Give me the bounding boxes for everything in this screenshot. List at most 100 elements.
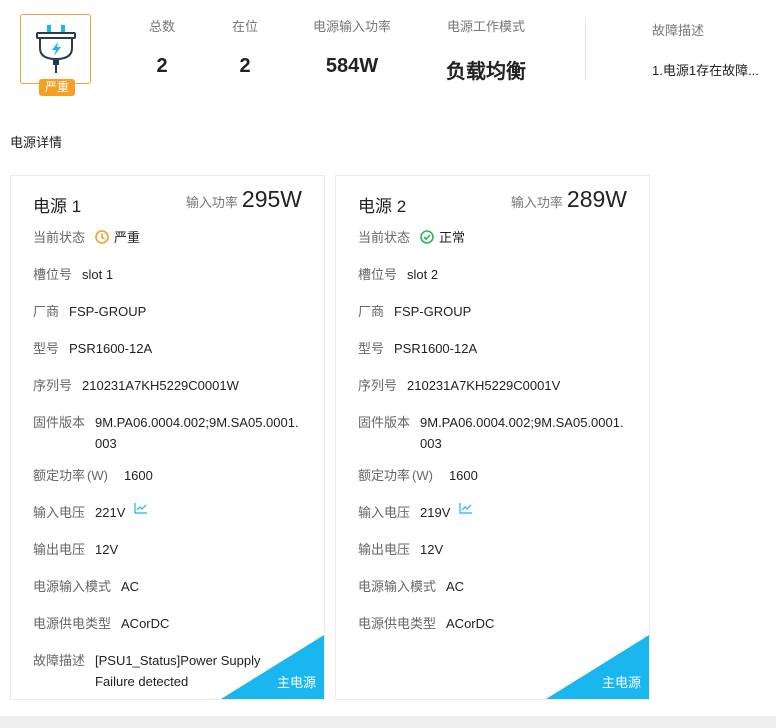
fault-label: 故障描述 [33,653,86,668]
row-input-voltage: 输入电压 221V [33,502,148,523]
slot-label: 槽位号 [358,267,398,282]
row-input-voltage: 输入电压 219V [358,502,473,523]
psu-input-power-value: 295W [241,186,302,212]
rated-power-value: 1600 [448,468,478,483]
output-voltage-label: 输出电压 [33,542,86,557]
fault-summary-label: 故障描述 [652,23,705,38]
stat-total: 总数 2 [138,16,186,78]
status-label: 当前状态 [358,230,411,245]
stat-input-power-label: 电源输入功率 [312,19,391,34]
row-input-mode: 电源输入模式 AC [33,576,139,597]
rated-power-label: 额定功率 (W) [358,465,433,486]
serial-label: 序列号 [33,378,73,393]
model-value: PSR1600-12A [394,341,478,356]
row-serial: 序列号 210231A7KH5229C0001V [358,375,560,396]
psu-input-power-label: 输入功率 [185,195,238,210]
row-supply-type: 电源供电类型 ACorDC [33,613,169,634]
stat-input-power: 电源输入功率 584W [307,16,397,78]
rated-power-label-text: 额定功率 [358,468,411,483]
row-slot: 槽位号 slot 2 [358,264,438,285]
status-value-wrap: 正常 [420,227,465,248]
model-label: 型号 [33,341,60,356]
row-status: 当前状态 正常 [358,227,465,248]
primary-supply-tag: 主电源 [221,635,324,699]
stat-present: 在位 2 [221,16,269,78]
vendor-value: FSP-GROUP [394,304,472,319]
model-value: PSR1600-12A [69,341,153,356]
summary-divider [585,18,586,80]
warning-clock-icon [95,230,109,244]
row-vendor: 厂商 FSP-GROUP [358,301,471,322]
power-plug-icon [36,25,76,73]
supply-type-label: 电源供电类型 [358,616,437,631]
status-value: 严重 [114,230,141,245]
trend-chart-icon[interactable] [459,502,473,514]
status-value-wrap: 严重 [95,227,140,248]
row-vendor: 厂商 FSP-GROUP [33,301,146,322]
row-serial: 序列号 210231A7KH5229C0001W [33,375,239,396]
input-voltage-value: 219V [420,505,451,520]
row-status: 当前状态 严重 [33,227,140,248]
row-firmware: 固件版本 9M.PA06.0004.002;9M.SA05.0001.003 [33,412,305,454]
serial-label: 序列号 [358,378,398,393]
slot-label: 槽位号 [33,267,73,282]
row-input-mode: 电源输入模式 AC [358,576,464,597]
output-voltage-value: 12V [95,542,119,557]
fault-summary-text[interactable]: 1.电源1存在故障... [652,60,762,79]
input-mode-label: 电源输入模式 [33,579,112,594]
rated-power-label-text: 额定功率 [33,468,86,483]
stat-work-mode: 电源工作模式 负载均衡 [441,16,531,84]
output-voltage-value: 12V [420,542,444,557]
firmware-value: 9M.PA06.0004.002;9M.SA05.0001.003 [420,415,624,451]
rated-power-label: 额定功率 (W) [33,465,108,486]
supply-type-value: ACorDC [446,616,495,631]
serial-value: 210231A7KH5229C0001W [82,378,239,393]
input-voltage-label: 输入电压 [358,505,411,520]
row-model: 型号 PSR1600-12A [358,338,477,359]
firmware-label: 固件版本 [358,415,411,430]
row-output-voltage: 输出电压 12V [33,539,118,560]
row-firmware: 固件版本 9M.PA06.0004.002;9M.SA05.0001.003 [358,412,630,454]
output-voltage-label: 输出电压 [358,542,411,557]
stat-present-value: 2 [239,55,251,77]
stat-work-mode-value: 负载均衡 [446,61,526,83]
supply-type-value: ACorDC [121,616,170,631]
row-slot: 槽位号 slot 1 [33,264,113,285]
row-output-voltage: 输出电压 12V [358,539,443,560]
psu-card-2: 电源 2 输入功率 289W 当前状态 正常 槽位号 slot 2 厂商 FSP-… [335,175,650,700]
psu-input-power-label: 输入功率 [510,195,563,210]
stat-total-value: 2 [156,55,168,77]
serial-value: 210231A7KH5229C0001V [407,378,561,393]
psu-input-power-value: 289W [566,186,627,212]
stat-present-label: 在位 [231,19,258,34]
status-label: 当前状态 [33,230,86,245]
psu-card-1: 电源 1 输入功率 295W 当前状态 严重 槽位号 slot 1 厂商 FSP-… [10,175,325,700]
rated-power-unit: (W) [87,468,108,483]
input-voltage-label: 输入电压 [33,505,86,520]
psu-input-power: 输入功率 295W [186,186,302,213]
rated-power-value: 1600 [123,468,153,483]
trend-chart-icon[interactable] [134,502,148,514]
row-model: 型号 PSR1600-12A [33,338,152,359]
vendor-label: 厂商 [358,304,385,319]
primary-supply-label: 主电源 [276,675,316,690]
psu-name: 电源 2 [358,197,407,216]
row-rated-power: 额定功率 (W) 1600 [33,465,153,486]
primary-supply-label: 主电源 [601,675,641,690]
vendor-value: FSP-GROUP [69,304,147,319]
bottom-bar [0,716,776,728]
model-label: 型号 [358,341,385,356]
firmware-value: 9M.PA06.0004.002;9M.SA05.0001.003 [95,415,299,451]
firmware-label: 固件版本 [33,415,86,430]
input-mode-value: AC [446,579,465,594]
primary-supply-tag: 主电源 [546,635,649,699]
row-rated-power: 额定功率 (W) 1600 [358,465,478,486]
power-supply-logo: 严重 [20,14,91,96]
stat-total-label: 总数 [148,19,175,34]
input-mode-label: 电源输入模式 [358,579,437,594]
psu-input-power: 输入功率 289W [511,186,627,213]
section-title: 电源详情 [10,135,63,150]
input-voltage-value: 221V [95,505,126,520]
row-supply-type: 电源供电类型 ACorDC [358,613,494,634]
slot-value: slot 2 [407,267,439,282]
